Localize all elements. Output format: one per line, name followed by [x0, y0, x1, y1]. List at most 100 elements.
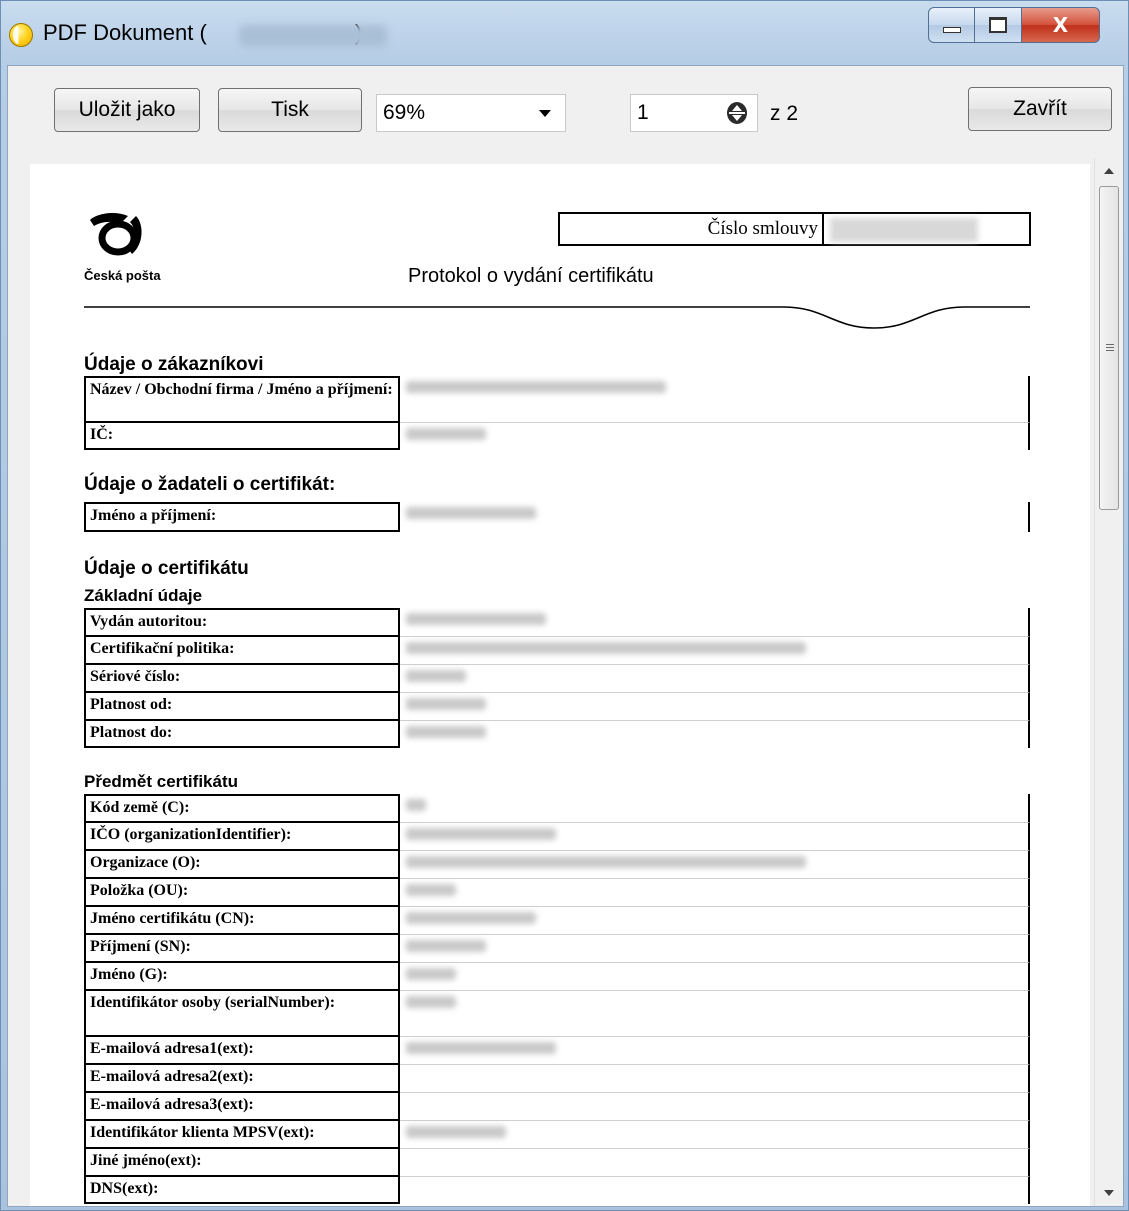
ceska-posta-logo — [90, 213, 142, 256]
redacted-value — [406, 726, 486, 738]
window-title-text: PDF Dokument ( — [43, 20, 207, 45]
field-label: Organizace (O): — [84, 850, 400, 878]
contract-number-label: Číslo smlouvy — [560, 214, 824, 244]
print-button[interactable]: Tisk — [218, 88, 362, 132]
field-value — [400, 822, 1030, 850]
field-value — [400, 1120, 1030, 1148]
field-value — [400, 850, 1030, 878]
close-button[interactable]: Zavřít — [968, 87, 1112, 131]
field-value — [400, 502, 1030, 532]
table-row: Certifikační politika: — [84, 636, 1030, 664]
redacted-value — [406, 940, 486, 952]
field-label: Jiné jméno(ext): — [84, 1148, 400, 1176]
scrollbar-thumb[interactable] — [1099, 186, 1119, 510]
subsection-heading-subject: Předmět certifikátu — [84, 772, 238, 791]
field-value — [400, 376, 1030, 422]
redacted-contract-number — [830, 218, 978, 242]
redacted-value — [406, 670, 466, 682]
field-label: Sériové číslo: — [84, 664, 400, 692]
field-label: E-mailová adresa2(ext): — [84, 1064, 400, 1092]
redacted-filename — [239, 25, 387, 47]
table-row: E-mailová adresa3(ext): — [84, 1092, 1030, 1120]
redacted-value — [406, 996, 456, 1008]
field-value — [400, 608, 1030, 636]
contract-number-box: Číslo smlouvy — [558, 212, 1031, 246]
subsection-heading-basic: Základní údaje — [84, 586, 203, 605]
arrow-up-icon — [1104, 168, 1114, 174]
field-label: DNS(ext): — [84, 1176, 400, 1204]
redacted-value — [406, 698, 486, 710]
table-row: E-mailová adresa2(ext): — [84, 1064, 1030, 1092]
table-row: Příjmení (SN): — [84, 934, 1030, 962]
field-value — [400, 636, 1030, 664]
applicant-table: Jméno a příjmení: — [84, 502, 1030, 532]
field-label: IČ: — [84, 422, 400, 450]
redacted-value — [406, 1126, 506, 1138]
minimize-button[interactable] — [928, 7, 975, 43]
field-label: E-mailová adresa1(ext): — [84, 1036, 400, 1064]
spinner-up-icon[interactable] — [732, 105, 742, 111]
certificate-subject-table: Kód země (C): IČO (organizationIdentifie… — [84, 794, 1030, 1204]
field-label: E-mailová adresa3(ext): — [84, 1092, 400, 1120]
redacted-value — [406, 507, 536, 519]
page-spinner-icon[interactable] — [727, 102, 747, 124]
field-value — [400, 1176, 1030, 1204]
redacted-value — [406, 828, 556, 840]
field-label: Název / Obchodní firma / Jméno a příjmen… — [84, 376, 400, 422]
section-heading-customer: Údaje o zákazníkovi — [84, 354, 264, 375]
redacted-value — [406, 642, 806, 654]
title-bar[interactable]: PDF Dokument () X — [1, 1, 1128, 63]
field-label: Jméno a příjmení: — [84, 502, 400, 532]
redacted-value — [406, 884, 456, 896]
field-label: Platnost do: — [84, 720, 400, 748]
vertical-scrollbar[interactable] — [1094, 158, 1123, 1206]
logo-text: Česká pošta — [84, 268, 161, 283]
field-value — [400, 1036, 1030, 1064]
page-number-value: 1 — [637, 101, 649, 124]
table-row: Název / Obchodní firma / Jméno a příjmen… — [84, 376, 1030, 422]
table-row: Vydán autoritou: — [84, 608, 1030, 636]
app-icon — [9, 23, 33, 47]
field-label: Certifikační politika: — [84, 636, 400, 664]
field-value — [400, 990, 1030, 1036]
maximize-button[interactable] — [975, 7, 1022, 43]
app-window: PDF Dokument () X Uložit jako Tisk 69% 1 — [0, 0, 1129, 1211]
table-row: IČ: — [84, 422, 1030, 450]
redacted-value — [406, 381, 666, 393]
redacted-value — [406, 428, 486, 440]
save-as-button[interactable]: Uložit jako — [54, 88, 200, 132]
table-row: Platnost do: — [84, 720, 1030, 748]
client-area: Uložit jako Tisk 69% 1 z 2 Zavřít Česká … — [7, 65, 1124, 1207]
minimize-icon — [942, 27, 961, 33]
field-label: Příjmení (SN): — [84, 934, 400, 962]
field-label: Platnost od: — [84, 692, 400, 720]
field-value — [400, 720, 1030, 748]
field-value — [400, 1148, 1030, 1176]
page-number-input[interactable]: 1 — [630, 94, 758, 132]
spinner-down-icon[interactable] — [732, 115, 742, 121]
page-count-label: z 2 — [770, 102, 799, 125]
table-row: Kód země (C): — [84, 794, 1030, 822]
field-value — [400, 962, 1030, 990]
pdf-page: Česká pošta Číslo smlouvy Protokol o vyd… — [30, 164, 1090, 1206]
header-divider — [84, 306, 1030, 329]
table-row: Jiné jméno(ext): — [84, 1148, 1030, 1176]
field-value — [400, 1064, 1030, 1092]
table-row: Identifikátor osoby (serialNumber): — [84, 990, 1030, 1036]
zoom-value: 69% — [383, 101, 426, 124]
table-row: Jméno a příjmení: — [84, 502, 1030, 532]
scroll-up-button[interactable] — [1095, 158, 1123, 184]
table-row: Identifikátor klienta MPSV(ext): — [84, 1120, 1030, 1148]
table-row: Organizace (O): — [84, 850, 1030, 878]
dropdown-arrow-icon[interactable] — [539, 110, 551, 117]
zoom-select[interactable]: 69% — [376, 94, 566, 132]
redacted-value — [406, 968, 456, 980]
scroll-down-button[interactable] — [1095, 1180, 1123, 1206]
table-row: Platnost od: — [84, 692, 1030, 720]
document-viewer[interactable]: Česká pošta Číslo smlouvy Protokol o vyd… — [8, 158, 1123, 1206]
customer-table: Název / Obchodní firma / Jméno a příjmen… — [84, 376, 1030, 450]
window-close-button[interactable]: X — [1022, 7, 1100, 43]
field-label: IČO (organizationIdentifier): — [84, 822, 400, 850]
field-label: Položka (OU): — [84, 878, 400, 906]
field-value — [400, 906, 1030, 934]
